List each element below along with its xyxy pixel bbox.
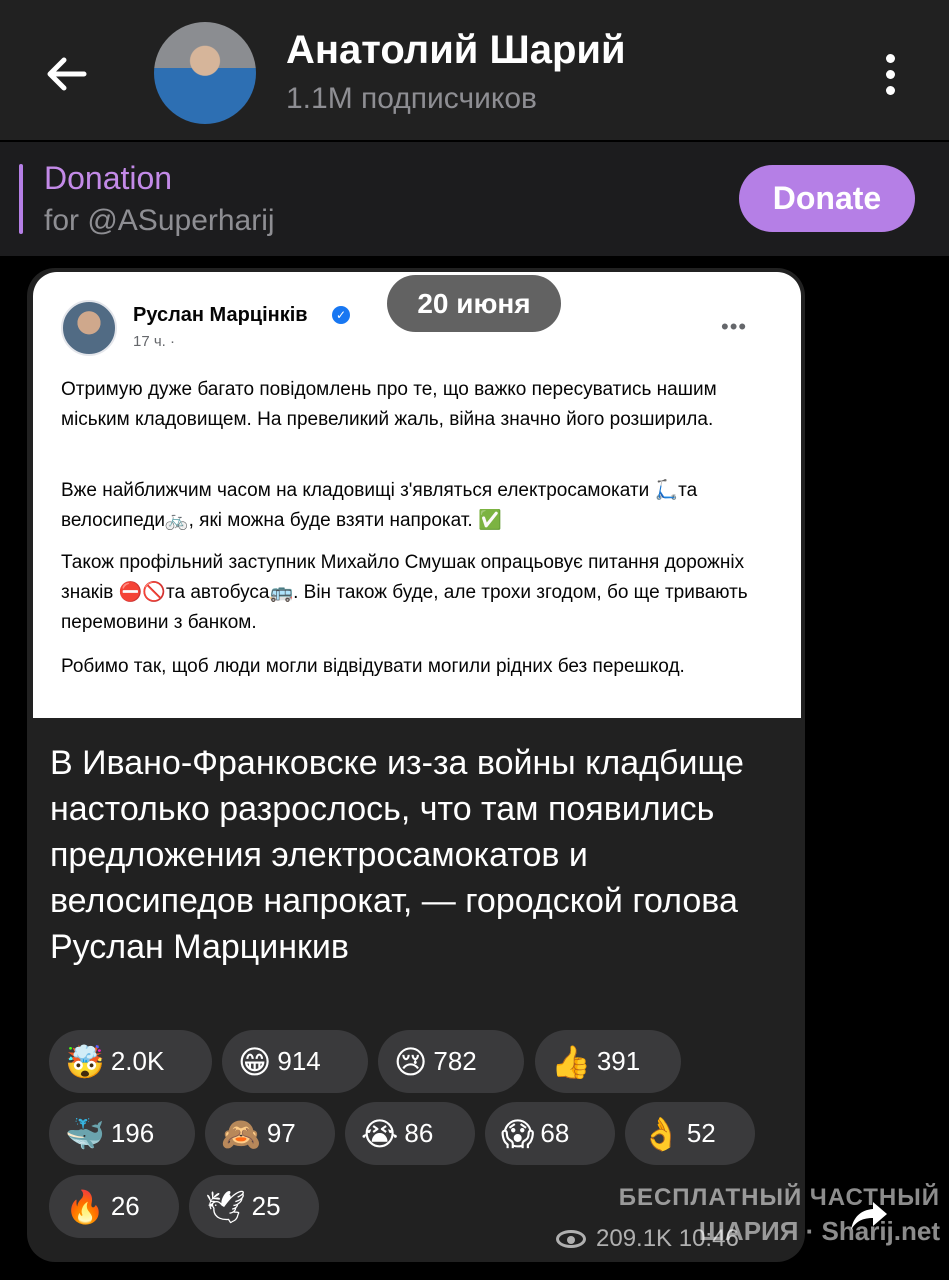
- whale-icon: 🐳: [65, 1115, 105, 1152]
- reaction-count: 26: [110, 1191, 140, 1221]
- verified-badge-icon: ✓: [332, 306, 350, 324]
- screaming-face-icon: 😱: [501, 1115, 535, 1152]
- donate-button[interactable]: Donate: [739, 165, 915, 232]
- reaction-cry[interactable]: 😢 782: [378, 1030, 524, 1093]
- reaction-count: 391: [596, 1046, 641, 1076]
- reaction-thumbs-up[interactable]: 👍 391: [535, 1030, 681, 1093]
- reaction-dove[interactable]: 🕊 25: [189, 1175, 319, 1238]
- reaction-count: 782: [433, 1046, 477, 1076]
- donation-subtitle: for @ASuperharij: [44, 204, 275, 237]
- loudly-crying-icon: 😭: [361, 1115, 399, 1152]
- facebook-post-screenshot[interactable]: Руслан Марцінків ✓ 17 ч. · ••• Отримую д…: [33, 272, 801, 718]
- reaction-grin[interactable]: 😁 914: [222, 1030, 368, 1093]
- reaction-count: 196: [110, 1118, 155, 1148]
- fb-author-name: Руслан Марцінків: [133, 304, 308, 326]
- fb-paragraph: Робимо так, щоб люди могли відвідувати м…: [61, 656, 685, 677]
- reaction-whale[interactable]: 🐳 196: [49, 1102, 195, 1165]
- watermark: БЕСПЛАТНЫЙ ЧАСТНЫЙ ШАРИЯ · Sharij.net: [610, 1184, 940, 1247]
- reaction-count: 2.0K: [110, 1046, 165, 1076]
- subscriber-count: 1.1M подписчиков: [286, 82, 537, 115]
- message-text: В Ивано-Франковске из-за войны кладбище …: [50, 744, 744, 966]
- fb-paragraph: Вже найближчим часом на кладовищі з'явля…: [61, 480, 698, 531]
- dot-icon: [885, 85, 895, 95]
- fire-icon: 🔥: [65, 1188, 105, 1225]
- see-no-evil-monkey-icon: 🙈: [221, 1115, 261, 1152]
- more-menu-button[interactable]: [870, 46, 910, 102]
- reaction-sob[interactable]: 😭 86: [345, 1102, 475, 1165]
- reaction-see-no-evil[interactable]: 🙈 97: [205, 1102, 335, 1165]
- reaction-count: 914: [277, 1046, 321, 1076]
- fb-paragraph: Отримую дуже багато повідомлень про те, …: [61, 379, 717, 430]
- eye-icon: [556, 1230, 586, 1248]
- crying-face-icon: 😢: [394, 1043, 428, 1080]
- watermark-line-2: ШАРИЯ · Sharij.net: [698, 1216, 940, 1246]
- reaction-scream[interactable]: 😱 68: [485, 1102, 615, 1165]
- date-badge: 20 июня: [387, 275, 561, 332]
- reaction-count: 52: [686, 1118, 716, 1148]
- channel-title[interactable]: Анатолий Шарий: [286, 28, 626, 73]
- reaction-count: 97: [266, 1118, 296, 1148]
- donation-title: Donation: [44, 160, 173, 196]
- reaction-count: 68: [540, 1118, 570, 1148]
- ok-hand-icon: 👌: [641, 1115, 681, 1152]
- channel-avatar[interactable]: [154, 22, 256, 124]
- pinned-indicator: [19, 164, 23, 234]
- grin-icon: 😁: [238, 1043, 272, 1080]
- back-button[interactable]: [40, 48, 92, 100]
- reaction-count: 86: [404, 1118, 434, 1148]
- fb-more-icon: •••: [721, 314, 748, 339]
- arrow-left-icon: [47, 57, 87, 91]
- fb-post-time: 17 ч. ·: [133, 333, 175, 350]
- reaction-exploding-head[interactable]: 🤯 2.0K: [49, 1030, 212, 1093]
- dove-icon: 🕊: [205, 1188, 246, 1225]
- reaction-count: 25: [251, 1191, 281, 1221]
- watermark-line-1: БЕСПЛАТНЫЙ ЧАСТНЫЙ: [618, 1184, 940, 1211]
- reaction-fire[interactable]: 🔥 26: [49, 1175, 179, 1238]
- dot-icon: [885, 53, 895, 63]
- fb-author-avatar: [61, 300, 117, 356]
- reaction-ok-hand[interactable]: 👌 52: [625, 1102, 755, 1165]
- fb-paragraph: Також профільний заступник Михайло Смуша…: [61, 552, 748, 633]
- dot-icon: [885, 69, 895, 79]
- thumbs-up-icon: 👍: [551, 1043, 591, 1080]
- exploding-head-icon: 🤯: [65, 1043, 105, 1080]
